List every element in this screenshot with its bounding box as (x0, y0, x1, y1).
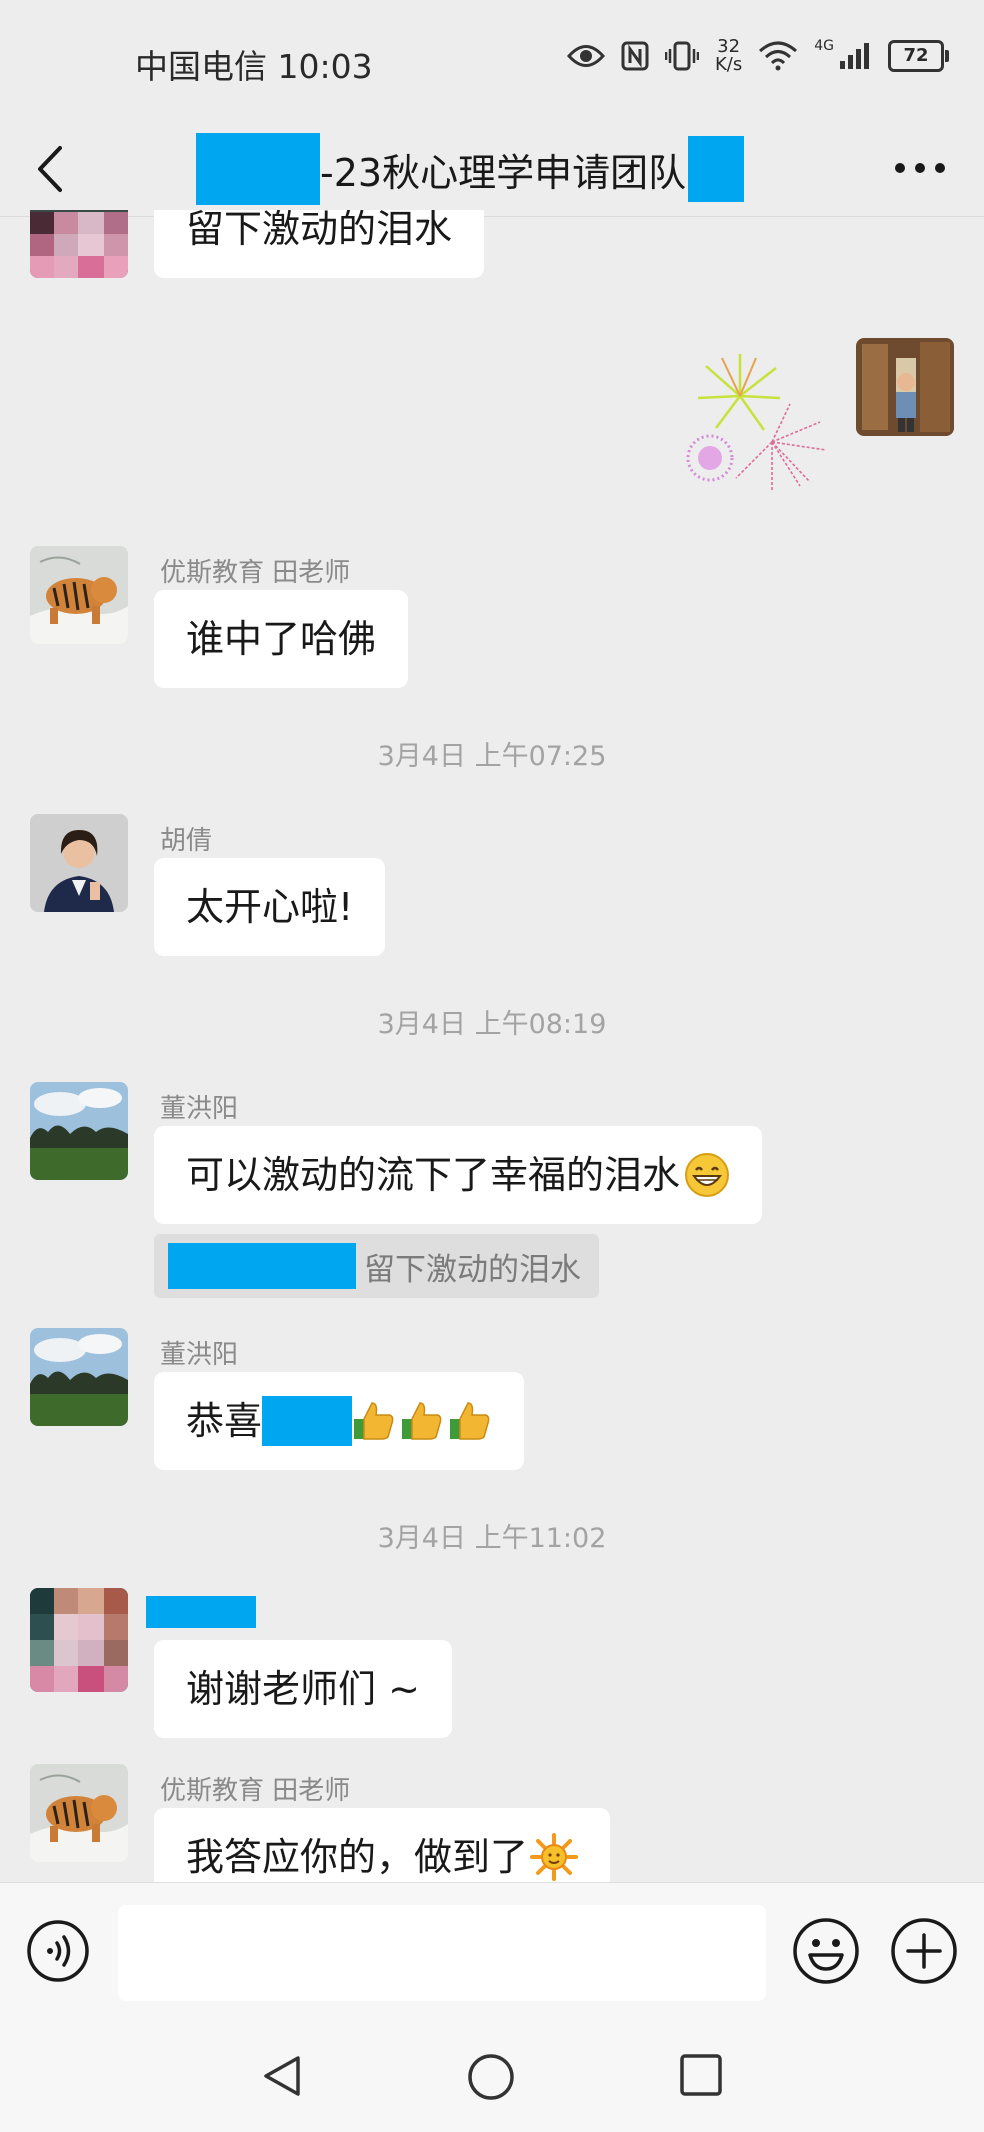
plus-icon[interactable] (890, 1917, 958, 1985)
avatar[interactable] (30, 814, 128, 912)
timestamp: 3月4日 上午11:02 (377, 1523, 607, 1554)
message-list[interactable]: 留下激动的泪水 优斯教育 田老师 谁中了哈佛 3月4日 上午07:25 胡倩 太… (0, 210, 984, 1882)
carrier-time: 中国电信 10:03 (135, 47, 373, 86)
quoted-text: 留下激动的泪水 (364, 1251, 581, 1288)
avatar[interactable] (30, 210, 128, 278)
message-bubble[interactable]: 谢谢老师们 ~ (154, 1640, 452, 1738)
sender-name: 胡倩 (160, 826, 213, 856)
message-bubble[interactable]: 可以激动的流下了幸福的泪水 (154, 1126, 763, 1224)
chat-title: -23秋心理学申请团队 (320, 150, 687, 195)
more-dots-icon[interactable] (894, 160, 946, 176)
battery-indicator: 72 (888, 40, 949, 72)
status-bar: 中国电信 10:03 32 K/s 4G 72 (0, 0, 984, 120)
sender-name: 董洪阳 (160, 1340, 239, 1370)
redacted-block (262, 1396, 353, 1446)
grin-emoji-icon (685, 1153, 730, 1197)
message-bubble[interactable]: 谁中了哈佛 (154, 590, 409, 688)
chat-title-wrap: -23秋心理学申请团队 (196, 132, 745, 206)
voice-icon[interactable] (26, 1919, 90, 1983)
avatar[interactable] (30, 1082, 128, 1180)
message-bubble[interactable]: 留下激动的泪水 (154, 210, 485, 278)
chat-header: -23秋心理学申请团队 (0, 120, 984, 217)
my-avatar[interactable] (856, 338, 954, 436)
message-text: 我答应你的，做到了 (186, 1835, 529, 1879)
vibrate-icon (664, 41, 699, 71)
quoted-message[interactable]: 留下激动的泪水 (154, 1234, 599, 1298)
timestamp: 3月4日 上午07:25 (377, 741, 607, 772)
message-text: 可以激动的流下了幸福的泪水 (186, 1153, 681, 1197)
thumbs-up-emoji-icon (402, 1402, 442, 1440)
message-input[interactable] (118, 1905, 766, 2001)
avatar[interactable] (30, 546, 128, 644)
redacted-sender-name (146, 1596, 256, 1628)
sender-name: 优斯教育 田老师 (160, 1776, 351, 1806)
chevron-left-icon[interactable] (28, 142, 78, 196)
thumbs-up-emoji-icon (354, 1402, 394, 1440)
nfc-icon (621, 41, 649, 71)
network-type: 4G (814, 38, 834, 54)
sun-emoji-icon (530, 1833, 579, 1881)
status-icons: 32 K/s 4G 72 (566, 38, 949, 74)
message-text: 恭喜 (186, 1399, 263, 1443)
emoji-icon[interactable] (792, 1917, 860, 1985)
eye-icon (566, 45, 605, 67)
nav-recents-icon[interactable] (678, 2052, 724, 2098)
signal-icon (840, 43, 869, 69)
redacted-block (688, 136, 745, 202)
fireworks-sticker[interactable] (680, 346, 830, 496)
redacted-block (196, 133, 320, 205)
timestamp: 3月4日 上午08:19 (377, 1009, 607, 1040)
redacted-block (168, 1243, 356, 1289)
sender-name: 优斯教育 田老师 (160, 558, 351, 588)
avatar[interactable] (30, 1328, 128, 1426)
avatar[interactable] (30, 1588, 128, 1692)
thumbs-up-emoji-icon (450, 1402, 490, 1440)
system-nav-bar (0, 2018, 984, 2132)
avatar[interactable] (30, 1764, 128, 1862)
wifi-icon (759, 41, 798, 71)
nav-home-icon[interactable] (466, 2052, 516, 2102)
nav-back-icon[interactable] (258, 2052, 306, 2100)
message-bubble[interactable]: 我答应你的，做到了 (154, 1808, 611, 1882)
message-bubble[interactable]: 恭喜 (154, 1372, 525, 1470)
speed-unit: K/s (714, 54, 743, 75)
sender-name: 董洪阳 (160, 1094, 239, 1124)
message-bubble[interactable]: 太开心啦! (154, 858, 386, 956)
input-bar (0, 1882, 984, 2019)
network-speed: 32 K/s (715, 38, 742, 74)
